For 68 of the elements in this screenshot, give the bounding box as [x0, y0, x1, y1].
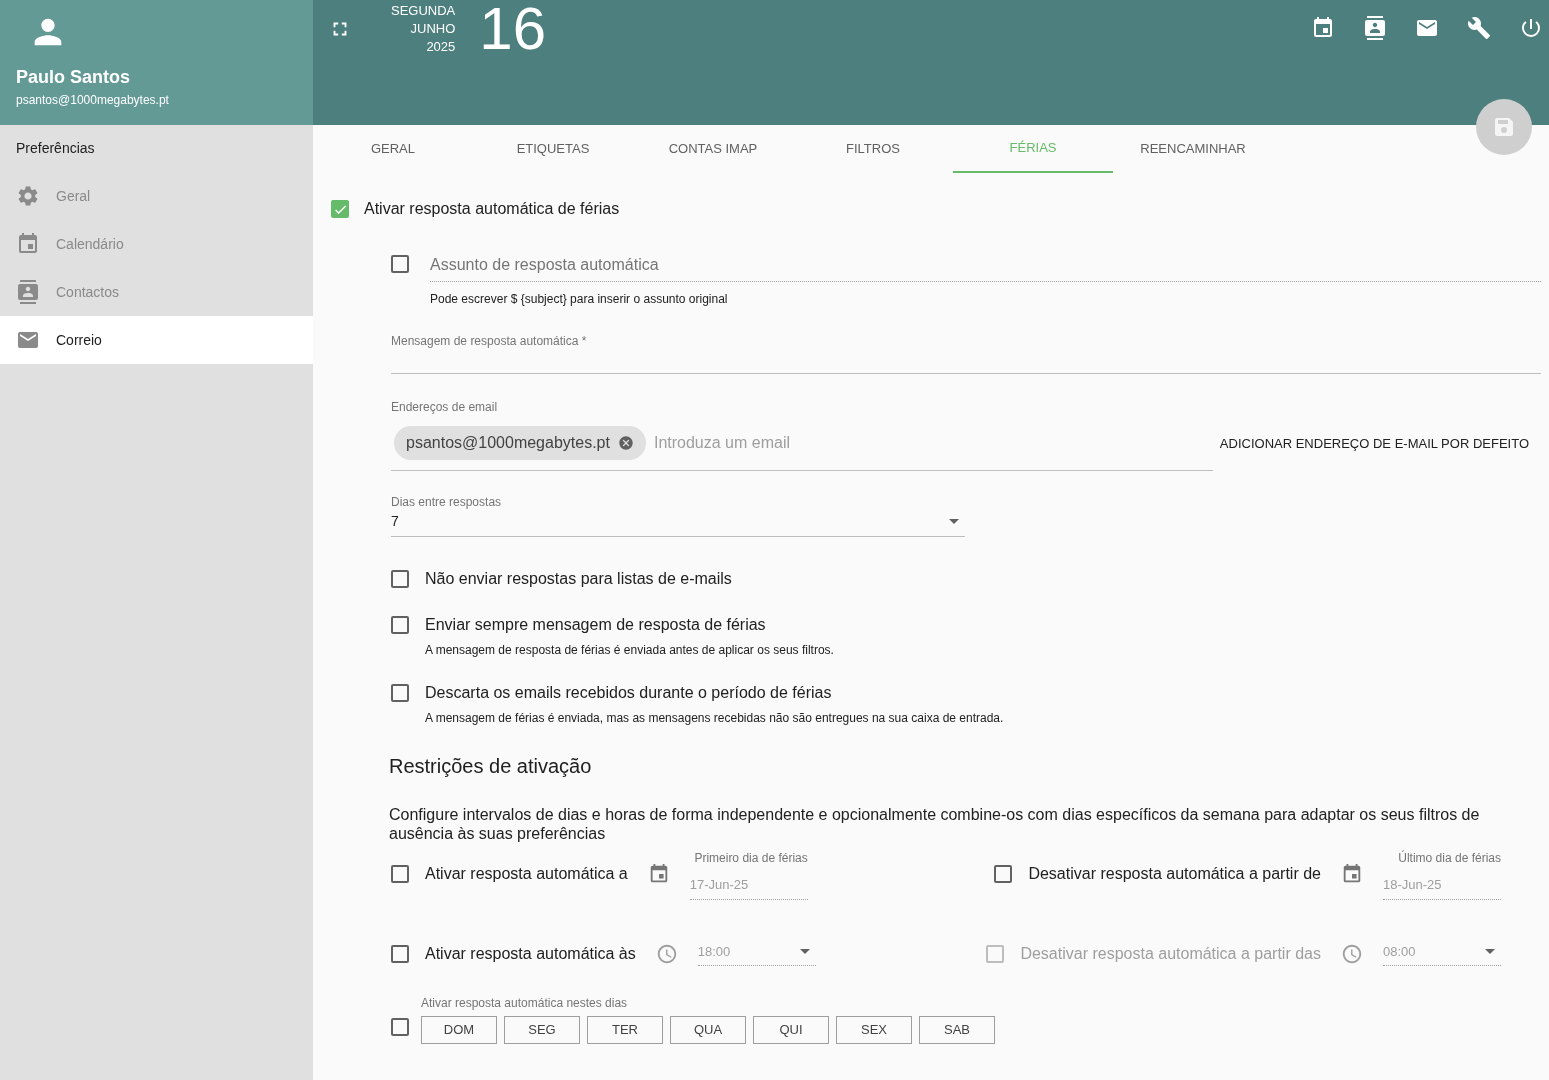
- option-label: Ativar resposta automática a: [425, 864, 628, 885]
- sidebar-title: Preferências: [15, 139, 96, 158]
- tab[interactable]: GERAL: [313, 125, 473, 173]
- tab[interactable]: REENCAMINHAR: [1113, 125, 1273, 173]
- checkbox[interactable]: [391, 684, 409, 702]
- option-label: Desativar resposta automática a partir de: [1028, 864, 1321, 885]
- save-button[interactable]: [1476, 99, 1532, 155]
- weekday-toggle[interactable]: DOM: [421, 1016, 497, 1044]
- email-field[interactable]: psantos@1000megabytes.pt Introduza um email: [391, 416, 1213, 471]
- option-hint: A mensagem de férias é enviada, mas as mensagens recebidas não são entregues na sua caixa de entrada.: [425, 710, 1004, 727]
- section-title: Restrições de ativação: [389, 754, 593, 779]
- checkbox[interactable]: [391, 944, 409, 963]
- tab[interactable]: ETIQUETAS: [473, 125, 633, 173]
- contacts-icon: [16, 280, 40, 304]
- dropdown-caret-icon: [949, 519, 959, 524]
- weekday-toggle[interactable]: QUI: [753, 1016, 829, 1044]
- field-label: Ativar resposta automática nestes dias: [421, 995, 629, 1012]
- field-hint: Pode escrever $ {subject} para inserir o assunto original: [430, 291, 729, 308]
- checkbox[interactable]: [331, 200, 349, 218]
- option-label: Descarta os emails recebidos durante o período de férias: [425, 683, 833, 703]
- option-label: Enviar sempre mensagem de resposta de férias: [425, 615, 767, 635]
- field-label: Primeiro dia de férias: [694, 850, 808, 867]
- wrench-icon[interactable]: [1467, 16, 1491, 40]
- tab[interactable]: FILTROS: [793, 125, 953, 173]
- option-hint: A mensagem de resposta de férias é enviada antes de aplicar os seus filtros.: [425, 642, 834, 659]
- section-description: Configure intervalos de dias e horas de forma independente e opcionalmente combine-os com dias específicos da semana para adaptar os seus filtros de ausência às suas preferências: [389, 805, 1481, 843]
- weekday-toggle[interactable]: SEG: [504, 1016, 580, 1044]
- month: JUNHO: [410, 20, 456, 38]
- clock-icon: [655, 942, 678, 965]
- option-label: Desativar resposta automática a partir das: [1020, 943, 1321, 964]
- clock-icon: [1341, 942, 1363, 965]
- power-icon[interactable]: [1519, 16, 1543, 40]
- field-label: Último dia de férias: [1398, 849, 1501, 867]
- email-chip[interactable]: psantos@1000megabytes.pt: [394, 426, 646, 460]
- subject-field[interactable]: Assunto de resposta automática: [430, 253, 1541, 282]
- save-icon: [1495, 118, 1513, 136]
- remove-icon[interactable]: [617, 435, 634, 451]
- weekday-toggle[interactable]: SEX: [836, 1016, 912, 1044]
- checkbox[interactable]: [391, 570, 409, 588]
- option-label: Ativar resposta automática de férias: [364, 199, 620, 219]
- calendar-icon[interactable]: [1311, 16, 1335, 40]
- day-number: 16: [479, 0, 547, 58]
- field-label: Endereços de email: [391, 399, 499, 416]
- checkbox[interactable]: [391, 616, 409, 634]
- calendar-icon: [16, 232, 40, 256]
- checkbox[interactable]: [391, 1018, 409, 1036]
- checkbox[interactable]: [391, 255, 409, 273]
- sidebar-item[interactable]: Correio: [0, 316, 313, 364]
- email-input[interactable]: Introduza um email: [653, 431, 1213, 455]
- tab[interactable]: CONTAS IMAP: [633, 125, 793, 173]
- checkbox[interactable]: [391, 865, 409, 884]
- dropdown-caret-icon: [1485, 948, 1495, 954]
- weekday-toggle[interactable]: QUA: [670, 1016, 746, 1044]
- dropdown-caret-icon: [799, 948, 810, 954]
- checkbox[interactable]: [994, 865, 1013, 884]
- option-label: Não enviar respostas para listas de e-mails: [425, 569, 732, 589]
- weekday-toggle[interactable]: TER: [587, 1016, 663, 1044]
- option-label: Ativar resposta automática às: [425, 943, 636, 964]
- add-default-email-button[interactable]: ADICIONAR ENDEREÇO DE E-MAIL POR DEFEITO: [1219, 433, 1529, 454]
- message-field[interactable]: Mensagem de resposta automática *: [391, 328, 1541, 374]
- contacts-icon[interactable]: [1363, 16, 1387, 40]
- user-email: psantos@1000megabytes.pt: [16, 92, 170, 109]
- days-select[interactable]: Dias entre respostas 7: [391, 493, 965, 537]
- weekday-toggle[interactable]: SAB: [919, 1016, 995, 1044]
- year: 2025: [426, 38, 456, 56]
- weekday: SEGUNDA: [391, 2, 456, 20]
- settings-icon: [16, 184, 40, 208]
- user-name: Paulo Santos: [16, 66, 132, 89]
